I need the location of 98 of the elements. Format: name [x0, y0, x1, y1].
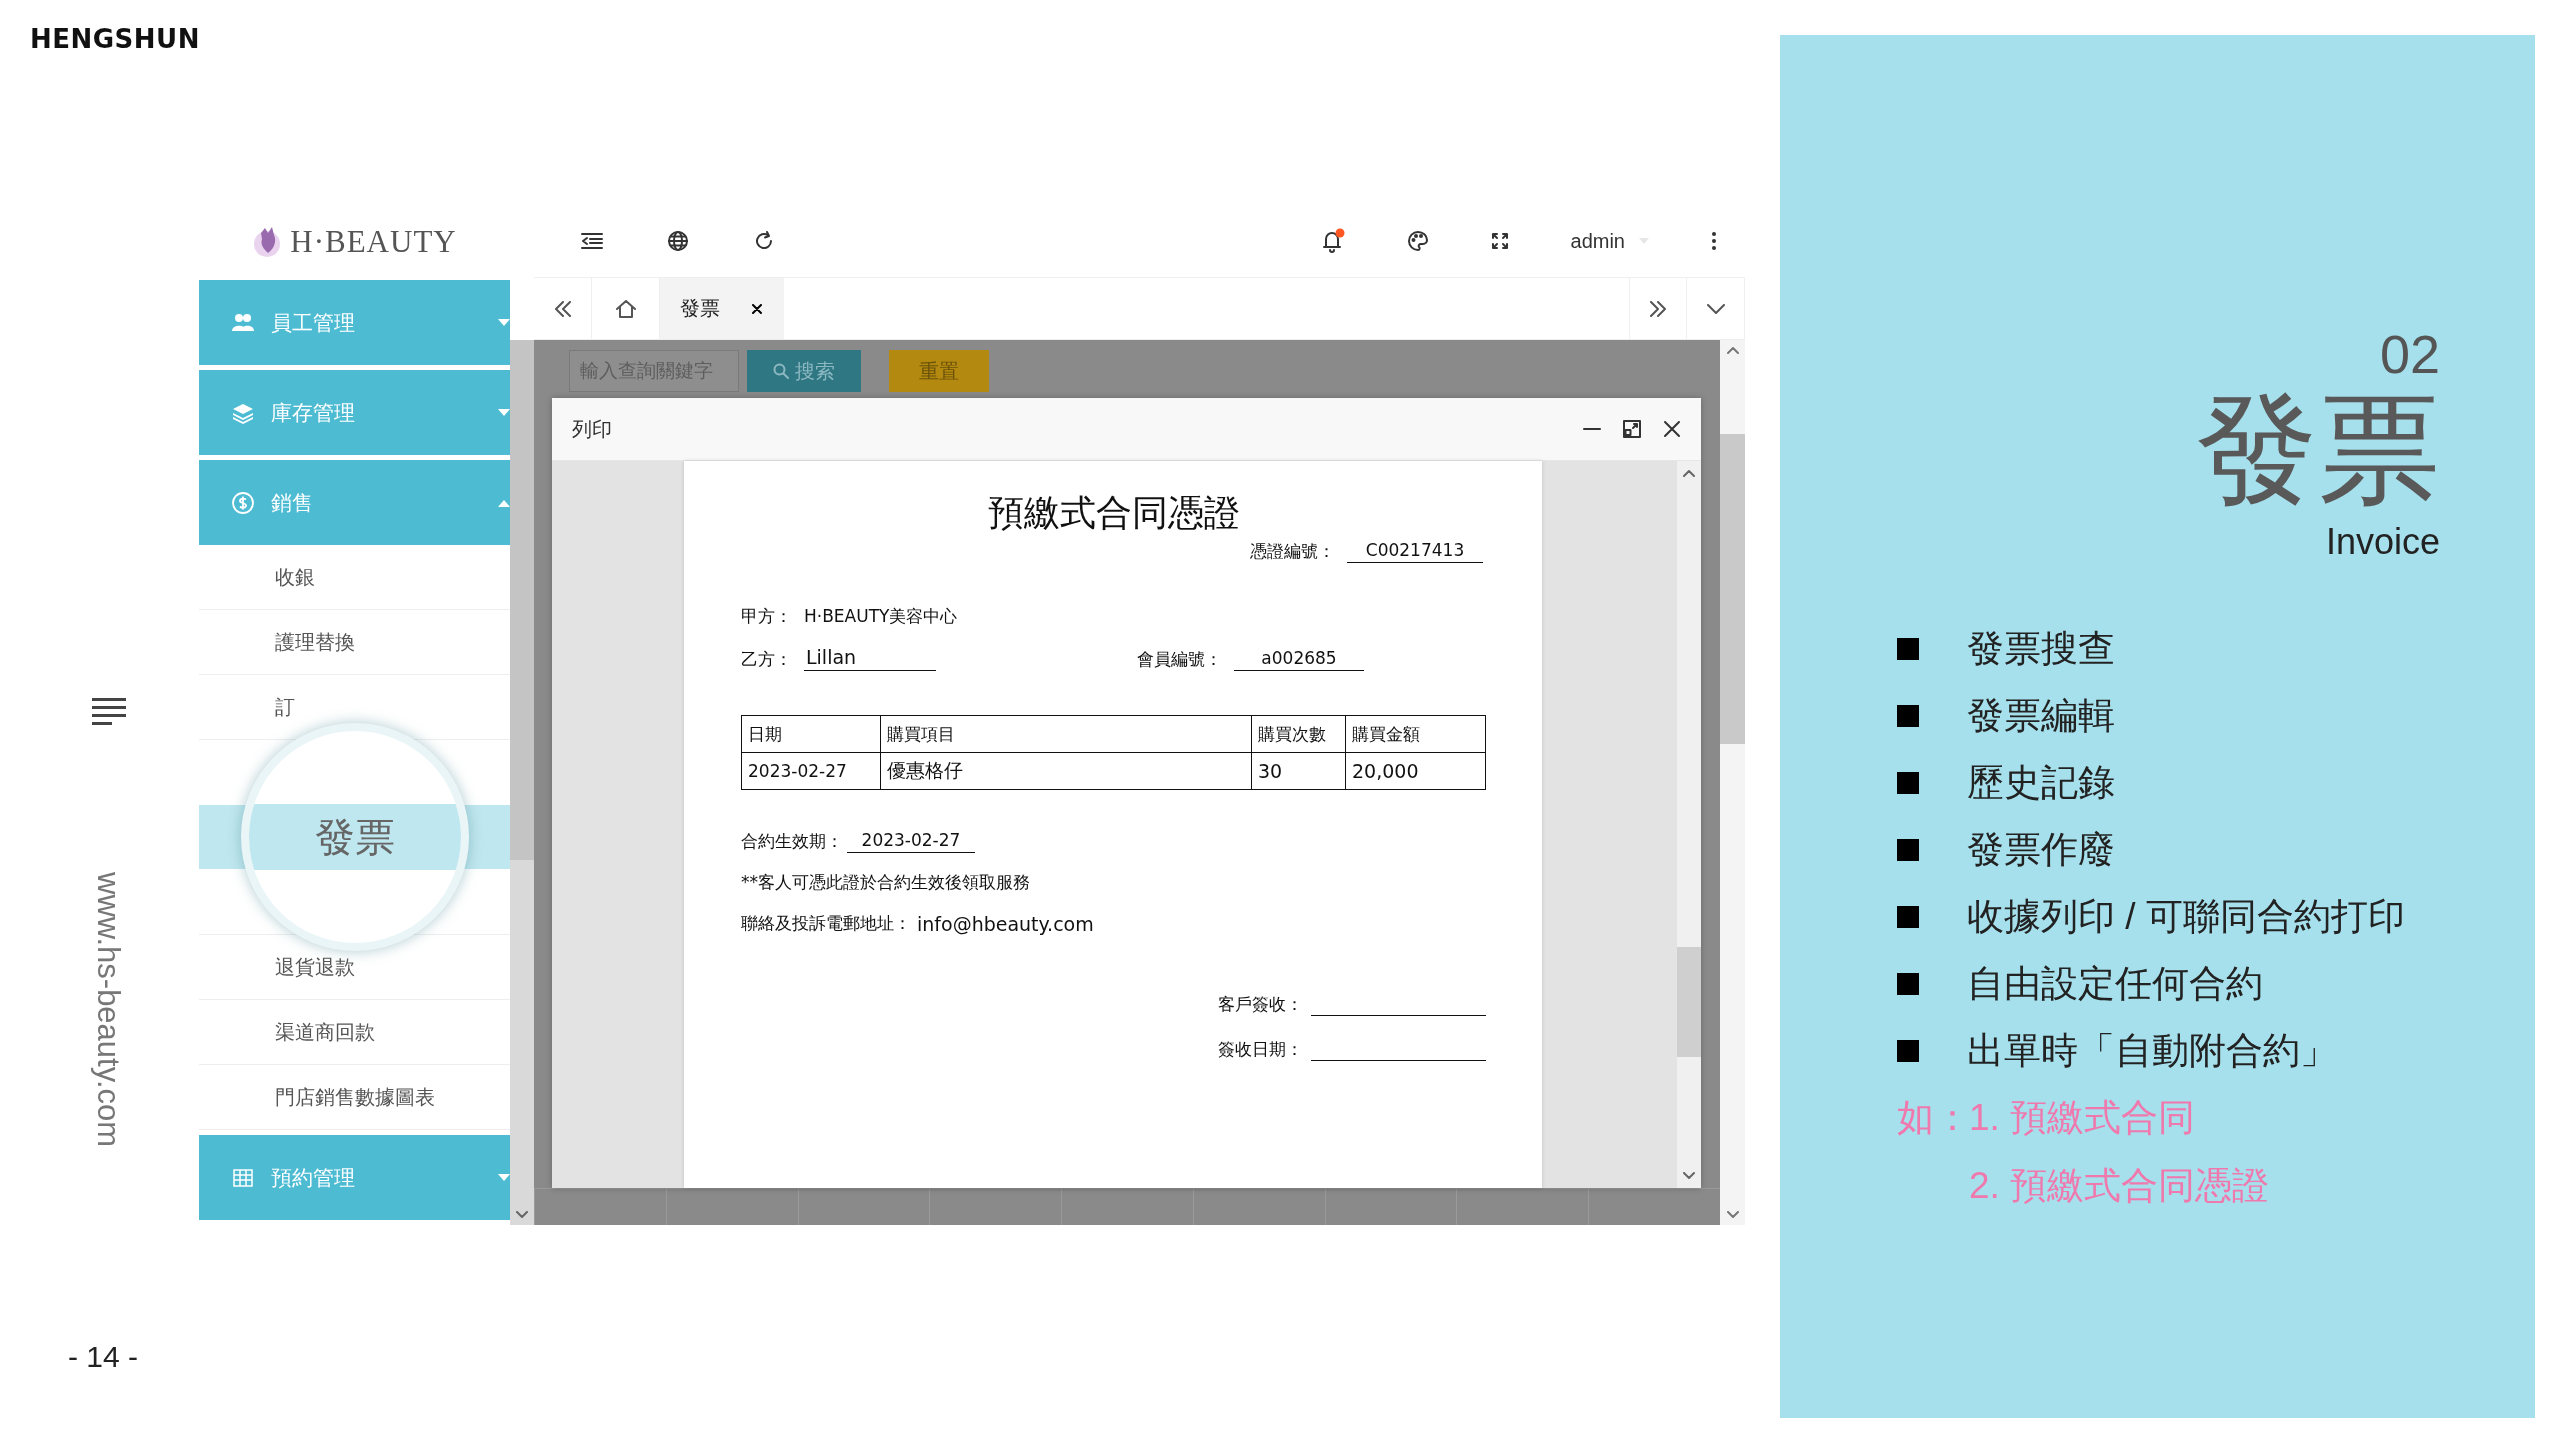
search-icon — [773, 363, 789, 379]
bell-icon[interactable] — [1320, 228, 1345, 254]
scrollbar[interactable] — [510, 340, 534, 1225]
user-name: admin — [1570, 229, 1625, 253]
caret-icon — [1639, 238, 1649, 244]
feature-text: 發票編輯 — [1967, 693, 2115, 738]
note-text: **客人可憑此證於合約生效後領取服務 — [741, 871, 1031, 894]
home-icon — [615, 299, 636, 318]
field-label: 甲方： — [741, 605, 792, 628]
field-label: 乙方： — [741, 648, 792, 671]
document-title: 預繳式合同憑證 — [986, 491, 1241, 535]
field-value: 2023-02-27 — [847, 830, 975, 853]
table-cell: 優惠格仔 — [880, 752, 1252, 790]
section-number: 02 — [2378, 327, 2440, 381]
table-cell: 20,000 — [1345, 752, 1486, 790]
close-icon[interactable] — [752, 303, 762, 314]
double-chevron-left-icon — [553, 300, 572, 317]
chevron-down-icon[interactable] — [516, 1211, 528, 1219]
fullscreen-icon[interactable] — [1490, 232, 1509, 250]
field-value: H‧BEAUTY美容中心 — [804, 605, 958, 628]
field-label: 客戶簽收： — [1218, 993, 1303, 1016]
field-label: 會員編號： — [1137, 648, 1222, 671]
column-header: 日期 — [741, 715, 881, 753]
website-url: www.hs-beauty.com — [90, 872, 126, 1148]
field-value: a002685 — [1234, 648, 1364, 671]
scroll-thumb[interactable] — [1677, 947, 1701, 1057]
caret-down-icon — [498, 408, 510, 417]
brand-name: HENGSHUN — [30, 24, 200, 54]
caret-up-icon — [498, 498, 510, 507]
page-number: - 14 - — [68, 1340, 139, 1374]
field-label: 憑證編號： — [1250, 540, 1335, 563]
column-header: 購買金額 — [1345, 715, 1486, 753]
field-label: 合約生效期： — [741, 830, 843, 853]
chevron-down-icon — [1706, 303, 1725, 314]
field-value: C00217413 — [1347, 540, 1483, 563]
example-text: 1. 預繳式合同 — [1969, 1096, 2196, 1141]
example-text: 2. 預繳式合同憑證 — [1969, 1164, 2270, 1209]
menu-group-label: 預約管理 — [271, 1164, 356, 1191]
maximize-icon[interactable] — [1623, 420, 1641, 438]
square-bullet-icon — [1897, 972, 1919, 995]
menu-group-label: 庫存管理 — [271, 399, 356, 426]
feature-text: 發票搜查 — [1967, 626, 2115, 671]
square-bullet-icon — [1897, 1039, 1919, 1062]
magnified-menu-item[interactable]: 發票 — [249, 804, 461, 870]
caret-down-icon — [498, 318, 510, 327]
menu-item[interactable]: 護理替換 — [275, 628, 355, 656]
square-bullet-icon — [1897, 771, 1919, 794]
globe-icon[interactable] — [667, 230, 689, 252]
column-header: 購買項目 — [880, 715, 1252, 753]
scroll-right-button[interactable] — [1629, 278, 1687, 339]
logo-text: H·BEAUTY — [290, 223, 457, 260]
user-menu[interactable]: admin — [1570, 229, 1649, 253]
menu-item[interactable]: 訂 — [275, 693, 295, 721]
tab-label: 發票 — [680, 296, 720, 321]
caret-down-icon — [498, 1173, 510, 1182]
field-label: 聯絡及投訴電郵地址： — [741, 912, 911, 935]
close-icon[interactable] — [1663, 420, 1681, 438]
menu-icon — [92, 698, 126, 726]
field-value: Lillan — [804, 646, 936, 671]
menu-item[interactable]: 門店銷售數據圖表 — [275, 1083, 435, 1111]
table-cell: 30 — [1251, 752, 1346, 790]
field-label: 簽收日期： — [1218, 1038, 1303, 1061]
section-title: 發票 — [2195, 385, 2440, 514]
square-bullet-icon — [1897, 637, 1919, 660]
square-bullet-icon — [1897, 838, 1919, 861]
menu-item[interactable]: 退貨退款 — [275, 953, 355, 981]
table-cell: 2023-02-27 — [741, 752, 881, 790]
scroll-thumb[interactable] — [1720, 434, 1745, 744]
chevron-down-icon[interactable] — [1726, 1211, 1739, 1219]
square-bullet-icon — [1897, 704, 1919, 727]
field-value: info@hbeauty.com — [917, 913, 1094, 935]
chevron-up-icon[interactable] — [1683, 469, 1695, 477]
menu-group-label: 銷售 — [271, 489, 314, 516]
double-chevron-right-icon — [1649, 300, 1667, 317]
feature-text: 歷史記錄 — [1967, 760, 2115, 805]
menu-item[interactable]: 渠道商回款 — [275, 1018, 375, 1046]
dialog-title: 列印 — [572, 416, 612, 442]
section-subtitle: Invoice — [2324, 521, 2440, 564]
feature-text: 出單時「自動附合約」 — [1967, 1028, 2337, 1073]
menu-group-label: 員工管理 — [271, 309, 356, 336]
square-bullet-icon — [1897, 905, 1919, 928]
chevron-up-icon[interactable] — [1726, 346, 1739, 354]
feature-text: 自由設定任何合約 — [1967, 961, 2263, 1006]
palette-icon[interactable] — [1406, 230, 1429, 252]
example-label: 如： — [1897, 1096, 1969, 1141]
indent-icon[interactable] — [581, 232, 603, 250]
dollar-icon — [231, 490, 255, 515]
refresh-icon[interactable] — [753, 230, 775, 252]
feature-text: 發票作廢 — [1967, 827, 2115, 872]
column-header: 購買次數 — [1251, 715, 1346, 753]
menu-item[interactable]: 收銀 — [275, 563, 315, 591]
scrollbar[interactable] — [1677, 461, 1701, 1188]
page-tab[interactable]: 發票 — [660, 278, 784, 339]
scroll-thumb[interactable] — [510, 340, 534, 860]
scrollbar[interactable] — [1720, 340, 1745, 1225]
chevron-down-icon[interactable] — [1683, 1172, 1695, 1180]
more-icon[interactable] — [1711, 231, 1717, 251]
feature-text: 收據列印 / 可聯同合約打印 — [1967, 894, 2405, 939]
